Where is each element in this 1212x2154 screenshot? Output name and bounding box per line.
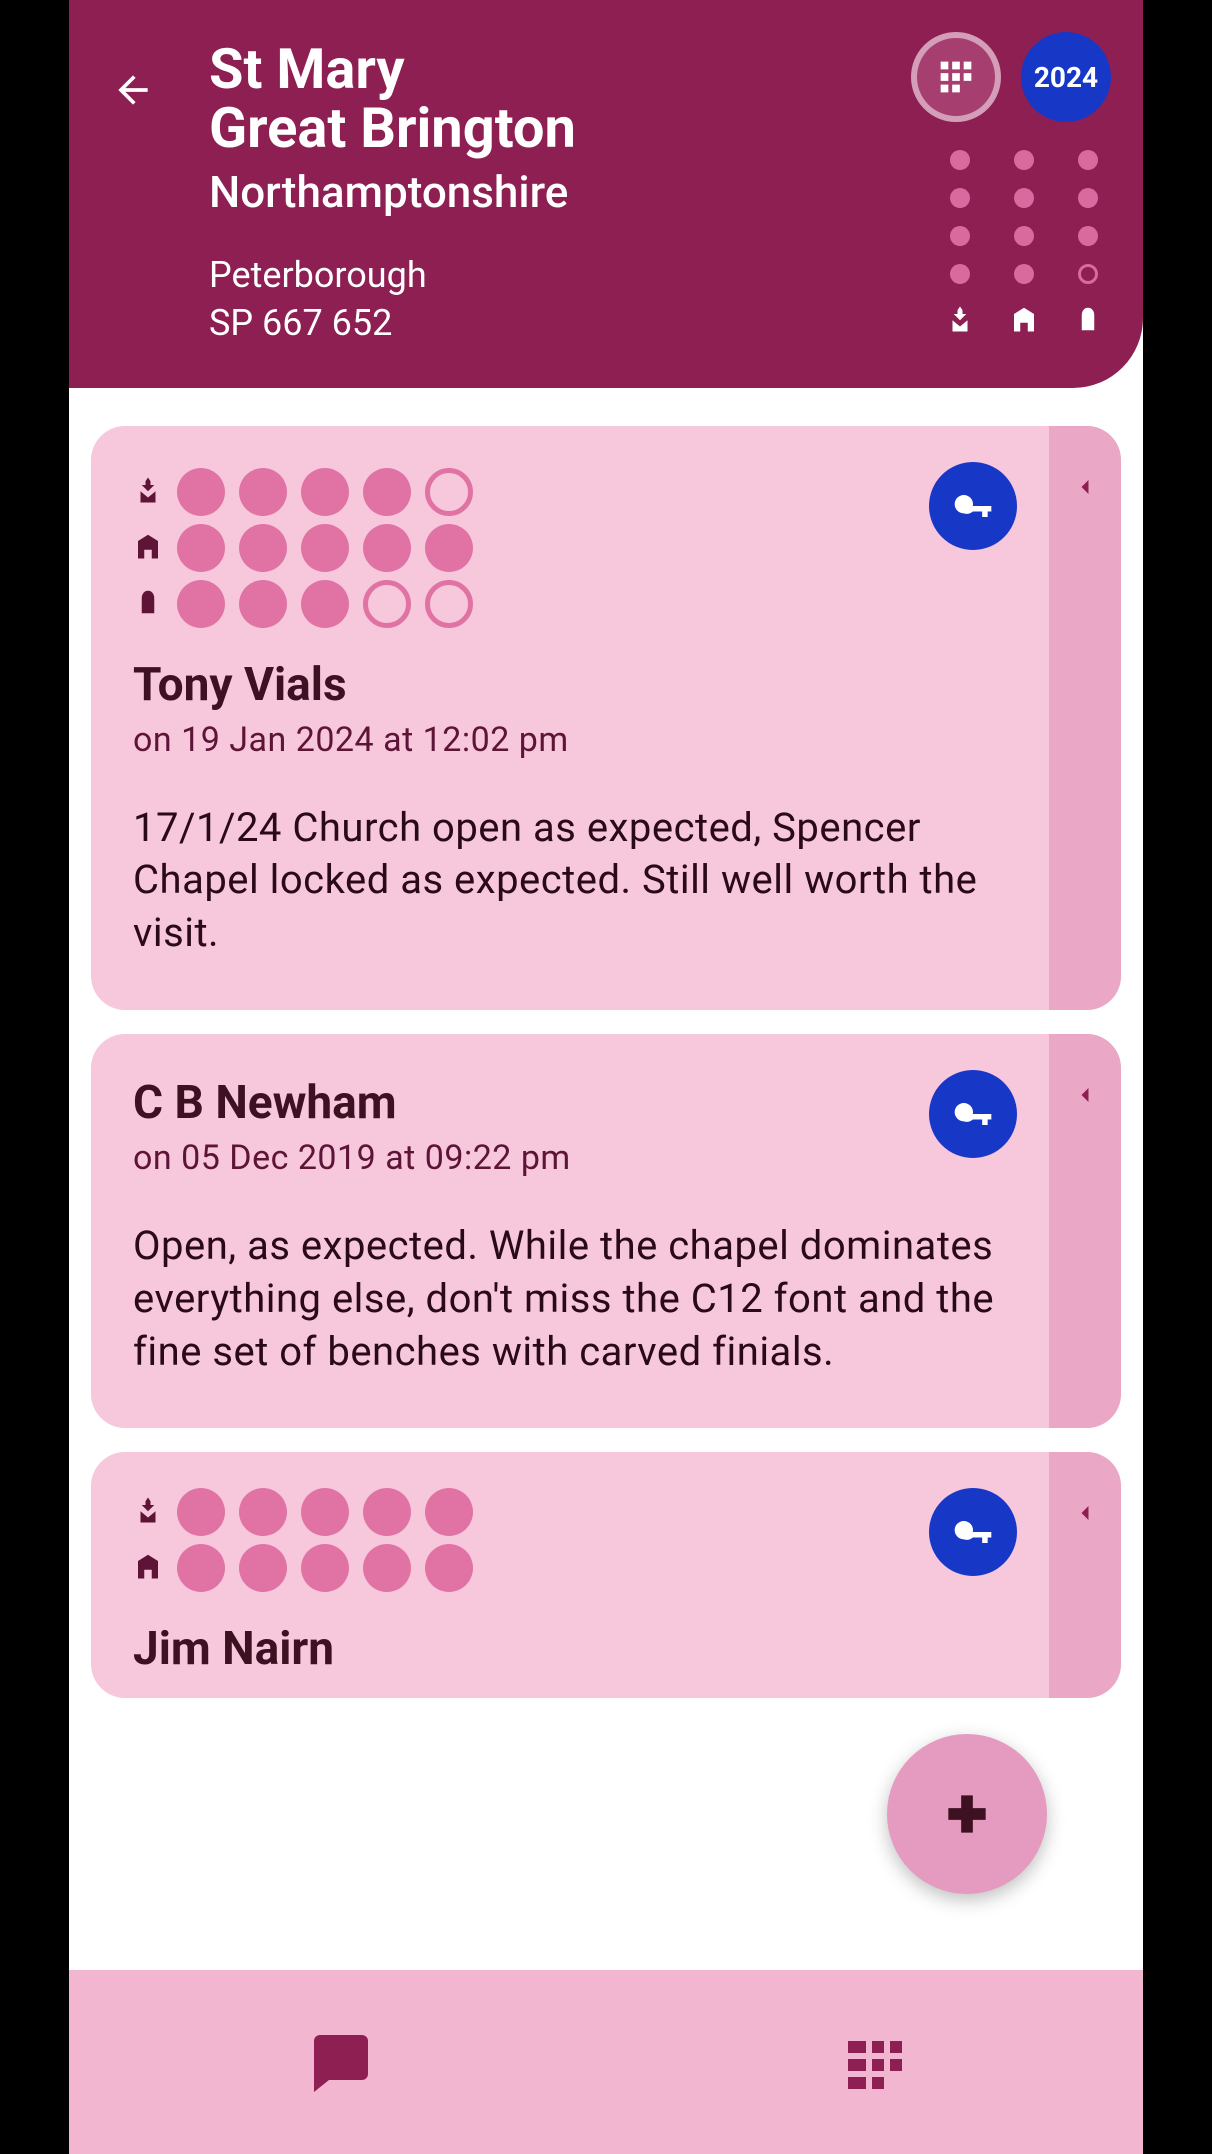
rating-dot: [239, 524, 287, 572]
key-button[interactable]: [929, 462, 1017, 550]
chat-icon: [298, 2026, 378, 2098]
rating-dot: [1014, 188, 1034, 208]
rating-row: [133, 524, 1007, 572]
building-icon: [133, 529, 163, 567]
review-date: on 05 Dec 2019 at 09:22 pm: [133, 1138, 1007, 1178]
review-text: Open, as expected. While the chapel domi…: [133, 1220, 1007, 1378]
key-icon: [951, 1092, 995, 1136]
window-icon: [1073, 302, 1103, 340]
rating-dot: [1078, 150, 1098, 170]
review-author: C B Newham: [133, 1076, 1007, 1130]
review-date: on 19 Jan 2024 at 12:02 pm: [133, 720, 1007, 760]
year-badge-label: 2024: [1034, 61, 1098, 94]
rating-dot: [363, 580, 411, 628]
review-card: Jim Nairn: [91, 1452, 1121, 1698]
chevron-left-icon: [1071, 466, 1099, 508]
plus-icon: [939, 1786, 995, 1842]
rating-dot: [425, 524, 473, 572]
header-rating-grid: [945, 150, 1103, 340]
review-card: C B Newham on 05 Dec 2019 at 09:22 pm Open…: [91, 1034, 1121, 1428]
rating-dot: [363, 1544, 411, 1592]
rating-dot: [301, 524, 349, 572]
card-expand-tab[interactable]: [1049, 1452, 1121, 1698]
rating-row: [133, 580, 1007, 628]
bottom-nav: [69, 1970, 1143, 2154]
card-expand-tab[interactable]: [1049, 1034, 1121, 1428]
chevron-left-icon: [1071, 1492, 1099, 1534]
rating-dot: [177, 1488, 225, 1536]
rating-dot: [177, 468, 225, 516]
header: St Mary Great Brington Northamptonshire …: [69, 0, 1143, 388]
rating-dot: [363, 468, 411, 516]
nav-comments[interactable]: [69, 1970, 606, 2154]
brand-button[interactable]: [911, 32, 1001, 122]
review-card-body: Tony Vials on 19 Jan 2024 at 12:02 pm 17/1…: [91, 426, 1049, 1010]
building-icon: [1009, 302, 1039, 340]
app-frame: St Mary Great Brington Northamptonshire …: [69, 0, 1143, 2154]
header-buttons: 2024: [911, 32, 1111, 122]
rating-dot: [950, 188, 970, 208]
church-icon: [133, 473, 163, 511]
rating-dot: [1078, 264, 1098, 284]
key-button[interactable]: [929, 1488, 1017, 1576]
rating-dot: [239, 1544, 287, 1592]
rating-dot: [1078, 226, 1098, 246]
key-button[interactable]: [929, 1070, 1017, 1158]
review-text: 17/1/24 Church open as expected, Spencer…: [133, 802, 1007, 960]
nav-grid[interactable]: [606, 1970, 1143, 2154]
arrow-left-icon: [111, 68, 155, 112]
rating-dot: [301, 1544, 349, 1592]
church-icon: [945, 302, 975, 340]
add-review-button[interactable]: [887, 1734, 1047, 1894]
rating-dot: [239, 1488, 287, 1536]
rating-dot: [425, 1544, 473, 1592]
rating-dot: [425, 1488, 473, 1536]
rating-dot: [363, 524, 411, 572]
globe-grid-icon: [933, 54, 979, 100]
rating-dot: [177, 524, 225, 572]
rating-dot: [425, 580, 473, 628]
chevron-left-icon: [1071, 1074, 1099, 1116]
rating-dot: [1014, 226, 1034, 246]
rating-dot: [950, 150, 970, 170]
rating-dot: [1078, 188, 1098, 208]
rating-dot: [1014, 264, 1034, 284]
card-expand-tab[interactable]: [1049, 426, 1121, 1010]
year-badge[interactable]: 2024: [1021, 32, 1111, 122]
review-card-body: Jim Nairn: [91, 1452, 1049, 1698]
rating-dot: [1014, 150, 1034, 170]
rating-dot: [425, 468, 473, 516]
key-icon: [951, 1510, 995, 1554]
rating-dot: [239, 468, 287, 516]
rating-dot: [301, 580, 349, 628]
church-icon: [133, 1493, 163, 1531]
rating-dot: [950, 226, 970, 246]
review-card-body: C B Newham on 05 Dec 2019 at 09:22 pm Open…: [91, 1034, 1049, 1428]
rating-row: [133, 1488, 1007, 1536]
rating-row: [133, 468, 1007, 516]
key-icon: [951, 484, 995, 528]
rating-dot: [177, 1544, 225, 1592]
review-ratings: [133, 468, 1007, 628]
rating-dot: [301, 468, 349, 516]
grid-icon: [835, 2026, 915, 2098]
header-rating-column: [1009, 150, 1039, 340]
header-rating-column: [1073, 150, 1103, 340]
rating-row: [133, 1544, 1007, 1592]
window-icon: [133, 585, 163, 623]
back-button[interactable]: [105, 62, 161, 118]
rating-dot: [950, 264, 970, 284]
review-ratings: [133, 1488, 1007, 1592]
rating-dot: [301, 1488, 349, 1536]
rating-dot: [363, 1488, 411, 1536]
rating-dot: [177, 580, 225, 628]
review-author: Jim Nairn: [133, 1622, 1007, 1676]
rating-dot: [239, 580, 287, 628]
header-rating-column: [945, 150, 975, 340]
review-author: Tony Vials: [133, 658, 1007, 712]
review-card: Tony Vials on 19 Jan 2024 at 12:02 pm 17/1…: [91, 426, 1121, 1010]
building-icon: [133, 1549, 163, 1587]
